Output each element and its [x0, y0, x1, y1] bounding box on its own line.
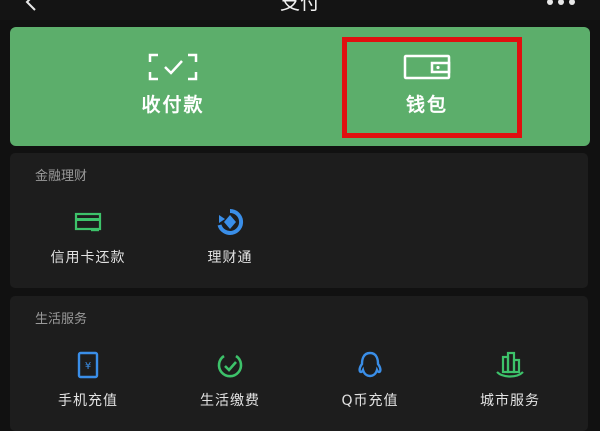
city-services-icon: [496, 351, 524, 378]
finance-section: 金融理财 信用卡还款 理财通: [10, 153, 588, 288]
credit-card-repay-button[interactable]: 信用卡还款: [18, 207, 158, 267]
phone-topup-icon: ¥: [77, 351, 99, 379]
phone-topup-label: 手机充值: [58, 393, 118, 409]
wealth-label: 理财通: [207, 250, 253, 266]
wealth-button[interactable]: 理财通: [160, 207, 300, 267]
utility-bill-icon: [217, 354, 243, 378]
finance-section-title: 金融理财: [35, 169, 88, 184]
qq-coin-topup-button[interactable]: Q币充值: [300, 350, 440, 410]
phone-topup-button[interactable]: ¥ 手机充值: [18, 350, 158, 410]
page-title: 支付: [280, 0, 320, 14]
credit-card-repay-label: 信用卡还款: [50, 250, 126, 266]
receive-pay-label: 收付款: [141, 94, 205, 116]
wallet-highlight-box: [342, 37, 522, 138]
top-nav-bar: 支付: [0, 0, 600, 20]
receive-pay-button[interactable]: 收付款: [28, 27, 318, 146]
life-services-section-title: 生活服务: [35, 312, 88, 327]
qq-coin-icon: [358, 351, 382, 378]
qq-coin-topup-label: Q币充值: [341, 393, 399, 409]
more-dots-icon[interactable]: [546, 0, 576, 8]
credit-card-icon: [74, 212, 102, 232]
city-services-label: 城市服务: [480, 393, 540, 409]
wealth-icon: [217, 208, 244, 235]
city-services-button[interactable]: 城市服务: [440, 350, 580, 410]
scan-pay-icon: [148, 53, 198, 81]
utility-bill-label: 生活缴费: [200, 393, 260, 409]
utility-bill-button[interactable]: 生活缴费: [160, 350, 300, 410]
life-services-section: 生活服务 ¥ 手机充值 生活缴费 Q币充值 城市服务: [10, 296, 588, 431]
svg-text:¥: ¥: [85, 361, 91, 372]
